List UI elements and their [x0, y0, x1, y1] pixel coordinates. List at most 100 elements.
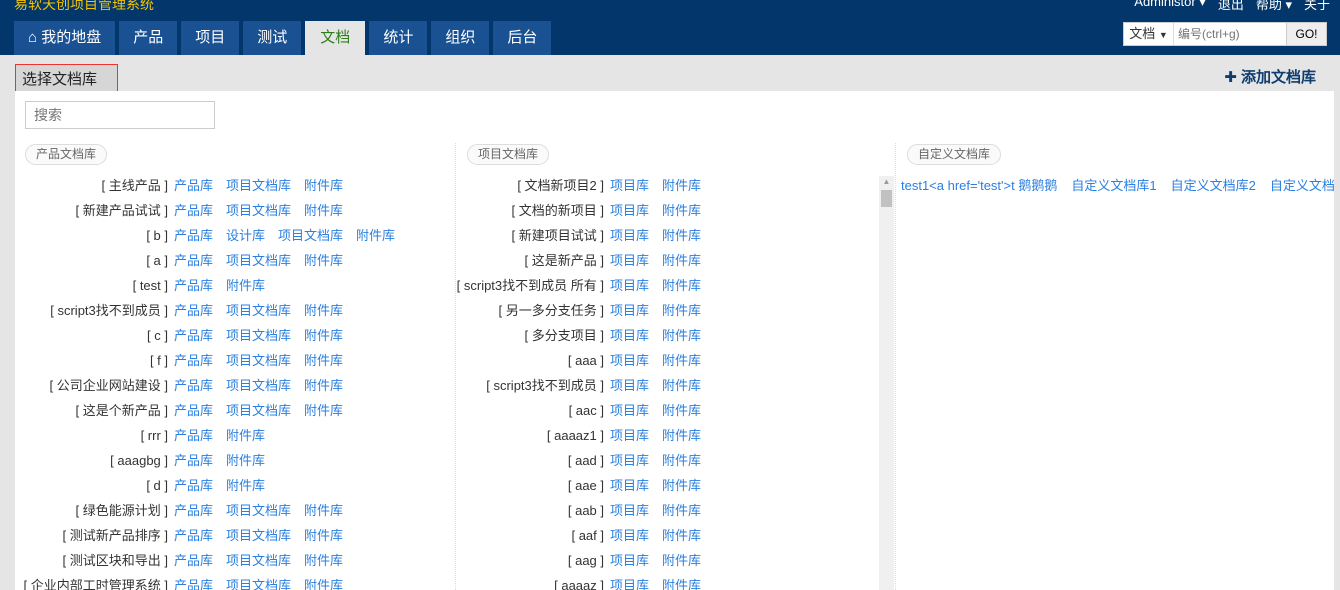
lib-search-input[interactable]: [25, 101, 215, 129]
help-menu[interactable]: 帮助 ▾: [1256, 0, 1292, 13]
lib-link[interactable]: 产品库: [174, 376, 213, 401]
custom-lib-link[interactable]: 自定义文档库2: [1171, 178, 1256, 193]
about-link[interactable]: 关于: [1304, 0, 1330, 13]
lib-link[interactable]: 产品库: [174, 476, 213, 501]
lib-link[interactable]: 附件库: [304, 326, 343, 351]
lib-link[interactable]: 项目库: [610, 201, 649, 226]
lib-link[interactable]: 项目库: [610, 301, 649, 326]
lib-link[interactable]: 产品库: [174, 326, 213, 351]
lib-link[interactable]: 项目文档库: [226, 501, 291, 526]
lib-link[interactable]: 项目文档库: [226, 301, 291, 326]
lib-link[interactable]: 附件库: [662, 351, 701, 376]
lib-link[interactable]: 附件库: [304, 376, 343, 401]
lib-link[interactable]: 项目文档库: [226, 251, 291, 276]
lib-link[interactable]: 产品库: [174, 226, 213, 251]
lib-link[interactable]: 附件库: [662, 376, 701, 401]
tab-6[interactable]: 组织: [431, 21, 490, 55]
lib-link[interactable]: 项目文档库: [226, 551, 291, 576]
tab-5[interactable]: 统计: [369, 21, 428, 55]
custom-lib-link[interactable]: test1<a href='test'>t 鹅鹅鹅: [901, 178, 1057, 193]
lib-link[interactable]: 附件库: [662, 526, 701, 551]
lib-link[interactable]: 项目库: [610, 451, 649, 476]
project-libs-scrollbar[interactable]: ▲: [879, 176, 894, 590]
lib-link[interactable]: 项目库: [610, 351, 649, 376]
lib-link[interactable]: 项目文档库: [226, 326, 291, 351]
lib-link[interactable]: 附件库: [304, 526, 343, 551]
lib-link[interactable]: 附件库: [226, 476, 265, 501]
lib-link[interactable]: 项目库: [610, 176, 649, 201]
lib-link[interactable]: 产品库: [174, 426, 213, 451]
lib-link[interactable]: 项目库: [610, 401, 649, 426]
search-type-select[interactable]: 文档 ▼: [1124, 23, 1174, 45]
lib-link[interactable]: 附件库: [662, 226, 701, 251]
lib-link[interactable]: 附件库: [662, 576, 701, 590]
lib-link[interactable]: 产品库: [174, 576, 213, 590]
lib-link[interactable]: 产品库: [174, 551, 213, 576]
lib-link[interactable]: 项目库: [610, 501, 649, 526]
lib-link[interactable]: 附件库: [662, 451, 701, 476]
lib-link[interactable]: 附件库: [304, 201, 343, 226]
lib-link[interactable]: 附件库: [304, 501, 343, 526]
lib-link[interactable]: 附件库: [662, 426, 701, 451]
lib-link[interactable]: 项目库: [610, 376, 649, 401]
lib-link[interactable]: 附件库: [226, 451, 265, 476]
lib-link[interactable]: 项目文档库: [226, 351, 291, 376]
lib-link[interactable]: 附件库: [304, 301, 343, 326]
lib-link[interactable]: 附件库: [304, 351, 343, 376]
lib-link[interactable]: 附件库: [662, 551, 701, 576]
lib-link[interactable]: 设计库: [226, 226, 265, 251]
user-menu[interactable]: Administor ▾: [1134, 0, 1206, 13]
logout-link[interactable]: 退出: [1218, 0, 1244, 13]
lib-link[interactable]: 项目库: [610, 551, 649, 576]
lib-link[interactable]: 附件库: [662, 401, 701, 426]
lib-link[interactable]: 项目文档库: [226, 201, 291, 226]
lib-link[interactable]: 项目文档库: [226, 576, 291, 590]
lib-link[interactable]: 附件库: [662, 301, 701, 326]
lib-link[interactable]: 项目库: [610, 251, 649, 276]
lib-link[interactable]: 产品库: [174, 276, 213, 301]
search-id-input[interactable]: [1174, 23, 1286, 45]
lib-link[interactable]: 附件库: [226, 276, 265, 301]
lib-link[interactable]: 产品库: [174, 251, 213, 276]
lib-link[interactable]: 项目文档库: [226, 376, 291, 401]
lib-link[interactable]: 项目库: [610, 226, 649, 251]
lib-link[interactable]: 产品库: [174, 351, 213, 376]
lib-link[interactable]: 项目文档库: [278, 226, 343, 251]
tab-4[interactable]: 文档: [305, 21, 366, 55]
lib-link[interactable]: 附件库: [304, 176, 343, 201]
scroll-up-icon[interactable]: ▲: [879, 176, 894, 188]
lib-link[interactable]: 附件库: [662, 501, 701, 526]
lib-link[interactable]: 附件库: [662, 251, 701, 276]
lib-link[interactable]: 产品库: [174, 451, 213, 476]
lib-link[interactable]: 产品库: [174, 201, 213, 226]
custom-lib-link[interactable]: 自定义文档库3: [1270, 178, 1334, 193]
tab-1[interactable]: 产品: [119, 21, 178, 55]
lib-link[interactable]: 项目库: [610, 276, 649, 301]
page-scrollbar[interactable]: [1334, 91, 1340, 590]
lib-link[interactable]: 附件库: [304, 576, 343, 590]
lib-link[interactable]: 产品库: [174, 501, 213, 526]
lib-link[interactable]: 附件库: [662, 201, 701, 226]
lib-link[interactable]: 附件库: [226, 426, 265, 451]
lib-link[interactable]: 产品库: [174, 526, 213, 551]
go-button[interactable]: GO!: [1286, 23, 1326, 45]
lib-link[interactable]: 附件库: [304, 551, 343, 576]
lib-link[interactable]: 项目库: [610, 576, 649, 590]
tab-2[interactable]: 项目: [181, 21, 240, 55]
lib-link[interactable]: 产品库: [174, 301, 213, 326]
lib-link[interactable]: 项目文档库: [226, 176, 291, 201]
lib-link[interactable]: 项目库: [610, 426, 649, 451]
add-lib-button[interactable]: ✚ 添加文档库: [1224, 66, 1316, 87]
lib-link[interactable]: 项目库: [610, 526, 649, 551]
lib-link[interactable]: 附件库: [662, 176, 701, 201]
lib-link[interactable]: 项目库: [610, 326, 649, 351]
lib-link[interactable]: 附件库: [662, 276, 701, 301]
lib-link[interactable]: 附件库: [662, 476, 701, 501]
tab-0[interactable]: ⌂ 我的地盘: [14, 21, 116, 55]
lib-link[interactable]: 附件库: [304, 401, 343, 426]
tab-3[interactable]: 测试: [243, 21, 302, 55]
scrollbar-thumb[interactable]: [881, 190, 892, 207]
lib-link[interactable]: 产品库: [174, 176, 213, 201]
lib-link[interactable]: 附件库: [356, 226, 395, 251]
lib-link[interactable]: 附件库: [304, 251, 343, 276]
